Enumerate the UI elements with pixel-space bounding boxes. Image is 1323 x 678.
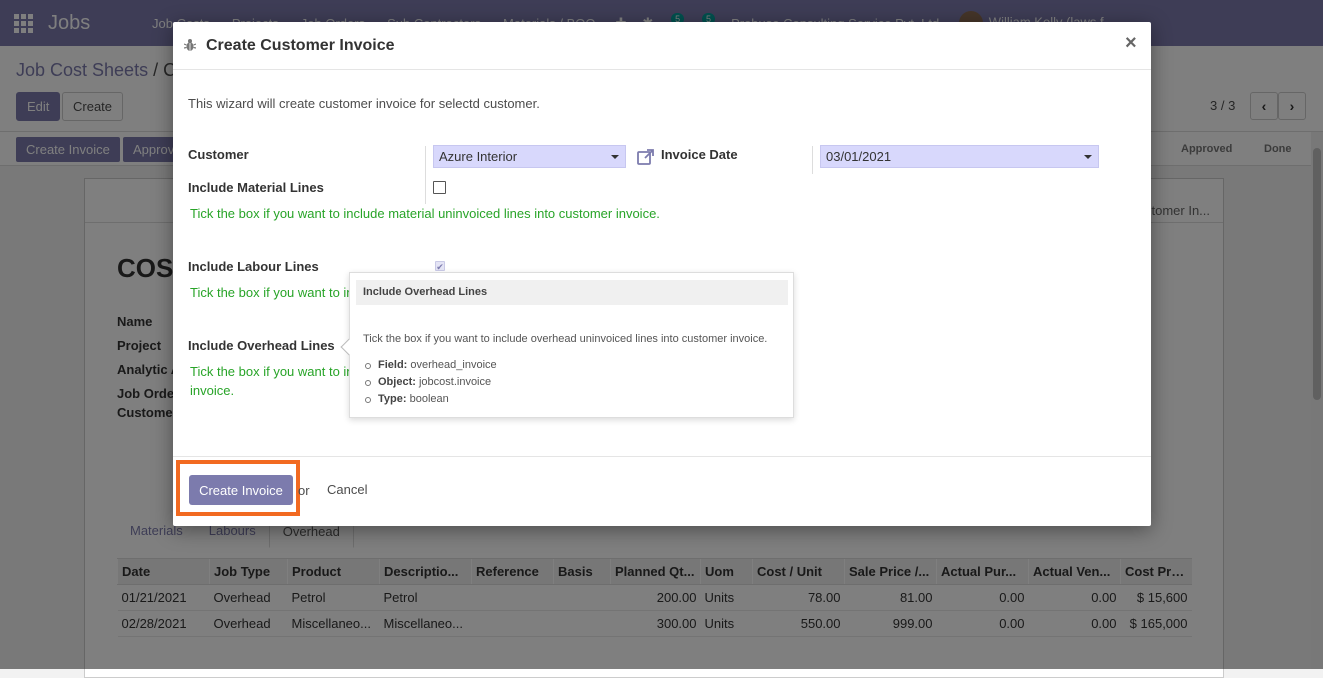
cancel-button[interactable]: Cancel [327, 482, 367, 497]
invoice-date-label: Invoice Date [661, 147, 738, 162]
include-material-lines-checkbox[interactable] [433, 181, 446, 194]
create-invoice-button[interactable]: Create Invoice [189, 475, 293, 505]
external-link-icon[interactable] [636, 147, 656, 167]
modal-title: Create Customer Invoice [206, 37, 395, 54]
include-labour-lines-label: Include Labour Lines [188, 259, 319, 274]
tooltip-arrow [340, 338, 358, 356]
field-divider [425, 146, 426, 204]
tooltip-type-item: Type: boolean [363, 391, 497, 408]
include-material-lines-label: Include Material Lines [188, 180, 324, 195]
include-overhead-lines-label: Include Overhead Lines [188, 338, 335, 353]
material-help-text: Tick the box if you want to include mate… [190, 206, 660, 221]
field-divider [812, 146, 813, 174]
include-labour-lines-checkbox[interactable]: ✔ [435, 261, 445, 272]
overhead-help-line-2: invoice. [190, 383, 235, 398]
customer-label: Customer [188, 147, 249, 162]
wizard-description: This wizard will create customer invoice… [188, 96, 540, 111]
invoice-date-select[interactable]: 03/01/2021 [820, 145, 1099, 168]
tooltip-field-info: Field: overhead_invoice Object: jobcost.… [363, 357, 497, 408]
tooltip-object-item: Object: jobcost.invoice [363, 374, 497, 391]
overhead-help-text: Tick the box if you want to in invoice. [190, 362, 354, 400]
modal-footer: Create Invoice or Cancel [173, 456, 1151, 526]
tooltip-field-item: Field: overhead_invoice [363, 357, 497, 374]
caret-down-icon [611, 155, 619, 159]
close-icon[interactable]: × [1125, 33, 1137, 53]
overhead-help-line-1: Tick the box if you want to in [190, 364, 354, 379]
labour-help-text: Tick the box if you want to in [190, 285, 354, 300]
tooltip-description: Tick the box if you want to include over… [363, 333, 768, 345]
caret-down-icon [1084, 155, 1092, 159]
modal-header: Create Customer Invoice × [173, 22, 1151, 70]
invoice-date-value: 03/01/2021 [826, 149, 892, 164]
create-customer-invoice-dialog: Create Customer Invoice × This wizard wi… [173, 22, 1151, 526]
customer-select[interactable]: Azure Interior [433, 145, 626, 168]
tooltip-title: Include Overhead Lines [356, 280, 788, 305]
customer-value: Azure Interior [439, 149, 518, 164]
field-tooltip: Include Overhead Lines Tick the box if y… [340, 272, 794, 418]
or-separator: or [298, 483, 310, 498]
bug-icon [184, 39, 196, 51]
